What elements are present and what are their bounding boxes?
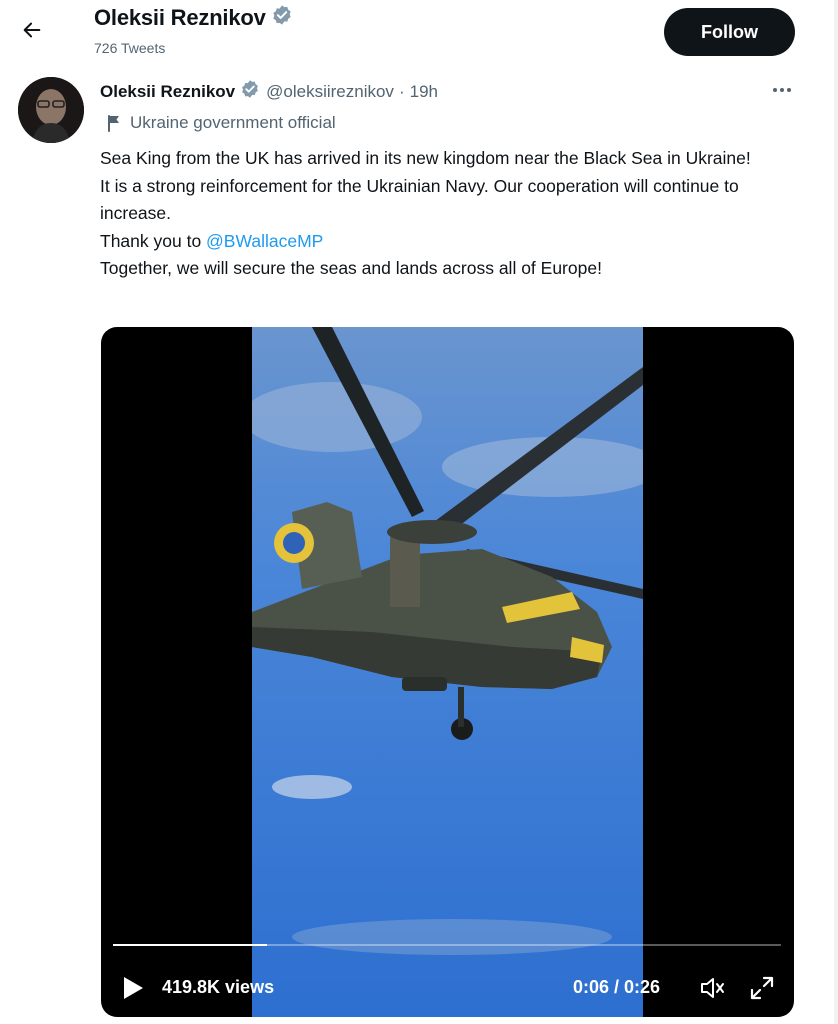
video-time: 0:06 / 0:26: [573, 977, 661, 997]
tweet-text-line: Sea King from the UK has arrived in its …: [100, 148, 751, 168]
video-player[interactable]: 419.8K views 0:06 / 0:26: [101, 327, 794, 1017]
avatar[interactable]: [18, 77, 84, 143]
tweet-text-line: Thank you to @BWallaceMP: [100, 228, 800, 256]
government-label: Ukraine government official: [106, 113, 336, 133]
expand-icon: [750, 976, 774, 1000]
more-horizontal-icon: [773, 88, 791, 92]
separator-dot: ·: [398, 81, 405, 101]
play-button[interactable]: [121, 975, 145, 1001]
video-progress-fill: [113, 944, 267, 946]
header-title-row: Oleksii Reznikov: [94, 4, 293, 31]
view-count: 419.8K views: [162, 977, 275, 997]
tweet-text-line: Together, we will secure the seas and la…: [100, 258, 602, 278]
author-handle[interactable]: @oleksiireznikov: [266, 82, 394, 102]
follow-button[interactable]: Follow: [664, 8, 795, 56]
page-scrollbar[interactable]: [834, 0, 838, 1024]
arrow-left-icon: [23, 22, 41, 38]
volume-button[interactable]: [699, 975, 727, 1001]
tweet-author-row: Oleksii Reznikov @oleksiireznikov · 19h: [100, 79, 438, 104]
header-name: Oleksii Reznikov: [94, 4, 266, 30]
more-options-button[interactable]: [764, 80, 800, 100]
video-frame[interactable]: [252, 327, 643, 1017]
avatar-image: [18, 77, 84, 143]
video-progress-bar[interactable]: [113, 944, 781, 946]
profile-header: Oleksii Reznikov 726 Tweets Follow: [0, 0, 838, 66]
author-name[interactable]: Oleksii Reznikov: [100, 82, 235, 102]
tweet-time[interactable]: 19h: [410, 82, 438, 102]
volume-muted-icon: [701, 978, 724, 998]
government-label-text: Ukraine government official: [130, 113, 336, 132]
mention-link[interactable]: @BWallaceMP: [206, 231, 323, 251]
fullscreen-button[interactable]: [749, 975, 775, 1001]
verified-badge-icon: [271, 4, 293, 31]
tweet-text-fragment: Thank you to: [100, 230, 207, 251]
verified-badge-icon: [240, 79, 260, 104]
tweet-text-line: It is a strong reinforcement for the Ukr…: [100, 175, 739, 224]
tweet-count: 726 Tweets: [94, 40, 166, 56]
play-icon: [124, 977, 143, 999]
flag-icon: [108, 115, 119, 132]
back-button[interactable]: [16, 14, 48, 46]
tweet-text: Sea King from the UK has arrived in its …: [100, 145, 800, 283]
